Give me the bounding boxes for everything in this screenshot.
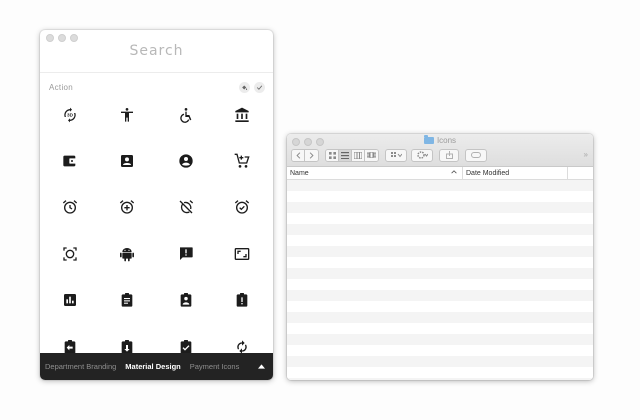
- back-button[interactable]: [292, 149, 305, 161]
- account-circle-icon[interactable]: [166, 146, 206, 176]
- alarm-off-icon[interactable]: [166, 192, 206, 222]
- divider: [40, 72, 273, 73]
- toolbar-overflow-icon[interactable]: »: [584, 150, 588, 159]
- assignment-late-icon[interactable]: [222, 285, 262, 315]
- empty-row: [287, 290, 593, 301]
- empty-row: [287, 180, 593, 191]
- empty-row: [287, 279, 593, 290]
- finder-titlebar: Icons »: [287, 134, 593, 167]
- finder-title: Icons: [287, 135, 593, 145]
- empty-row: [287, 246, 593, 257]
- aspect-ratio-icon[interactable]: [222, 239, 262, 269]
- gear-icon[interactable]: [411, 148, 433, 162]
- finder-toolbar: [291, 148, 487, 162]
- empty-row: [287, 312, 593, 323]
- empty-row: [287, 301, 593, 312]
- empty-row: [287, 334, 593, 345]
- file-list: [287, 180, 593, 380]
- section-title: Action: [49, 82, 74, 92]
- empty-row: [287, 202, 593, 213]
- triangle-up-icon[interactable]: [254, 359, 268, 373]
- name-column-label: Name: [290, 169, 309, 177]
- assessment-icon[interactable]: [50, 285, 90, 315]
- section-header: Action: [49, 80, 265, 94]
- forward-button[interactable]: [305, 149, 318, 161]
- alarm-on-icon[interactable]: [222, 192, 262, 222]
- nav-buttons: [291, 148, 319, 162]
- folder-icon: [423, 135, 434, 144]
- alarm-add-icon[interactable]: [107, 192, 147, 222]
- share-icon[interactable]: [439, 148, 459, 162]
- desktop: Action 3D Department Branding Material De…: [0, 0, 640, 420]
- empty-row: [287, 235, 593, 246]
- finder-window: Icons » Name Date Modified: [287, 134, 593, 380]
- account-box-icon[interactable]: [107, 146, 147, 176]
- assignment-icon[interactable]: [107, 285, 147, 315]
- finder-title-text: Icons: [436, 136, 457, 145]
- view-mode-switcher: [325, 148, 379, 162]
- name-column-header[interactable]: Name: [287, 167, 463, 179]
- tag-icon[interactable]: [465, 148, 487, 162]
- fill-icon[interactable]: [239, 81, 250, 93]
- icon-view-icon[interactable]: [326, 149, 339, 161]
- add-shopping-cart-icon[interactable]: [222, 146, 262, 176]
- empty-row: [287, 323, 593, 334]
- accessible-icon[interactable]: [166, 100, 206, 130]
- assignment-ind-icon[interactable]: [166, 285, 206, 315]
- empty-row: [287, 378, 593, 380]
- list-view-icon[interactable]: [339, 149, 352, 161]
- tab-material-design[interactable]: Material Design: [125, 362, 180, 371]
- announcement-icon[interactable]: [166, 239, 206, 269]
- tab-department-branding[interactable]: Department Branding: [45, 362, 116, 371]
- svg-text:3D: 3D: [67, 113, 74, 118]
- column-view-icon[interactable]: [352, 149, 365, 161]
- empty-row: [287, 224, 593, 235]
- empty-row: [287, 213, 593, 224]
- assignment-turned-in-icon[interactable]: [166, 332, 206, 353]
- empty-row: [287, 257, 593, 268]
- search-bar: [40, 30, 273, 72]
- collection-tabs: Department Branding Material Design Paymen…: [45, 362, 250, 371]
- date-modified-column-label: Date Modified: [466, 169, 510, 177]
- accessibility-icon[interactable]: [107, 100, 147, 130]
- cover-flow-icon[interactable]: [365, 149, 378, 161]
- section-tools: [239, 81, 265, 93]
- 3d-rotation-icon[interactable]: 3D: [50, 100, 90, 130]
- alarm-icon[interactable]: [50, 192, 90, 222]
- search-input[interactable]: [96, 43, 217, 59]
- sort-ascending-icon: [451, 170, 457, 174]
- account-balance-wallet-icon[interactable]: [50, 146, 90, 176]
- empty-row: [287, 345, 593, 356]
- empty-row: [287, 356, 593, 367]
- empty-row: [287, 191, 593, 202]
- autorenew-icon[interactable]: [222, 332, 262, 353]
- tab-payment-icons[interactable]: Payment Icons: [190, 362, 240, 371]
- assignment-returned-icon[interactable]: [107, 332, 147, 353]
- icon-grid: 3D: [49, 100, 265, 353]
- empty-row: [287, 268, 593, 279]
- assignment-return-icon[interactable]: [50, 332, 90, 353]
- icon-browser-window: Action 3D Department Branding Material De…: [40, 30, 273, 380]
- all-out-icon[interactable]: [50, 239, 90, 269]
- date-modified-column-header[interactable]: Date Modified: [463, 167, 568, 179]
- column-header: Name Date Modified: [287, 167, 593, 180]
- collection-tab-bar: Department Branding Material Design Paymen…: [40, 353, 273, 380]
- arrange-button[interactable]: [385, 148, 407, 162]
- android-icon[interactable]: [107, 239, 147, 269]
- check-icon[interactable]: [254, 81, 265, 93]
- account-balance-icon[interactable]: [222, 100, 262, 130]
- empty-row: [287, 367, 593, 378]
